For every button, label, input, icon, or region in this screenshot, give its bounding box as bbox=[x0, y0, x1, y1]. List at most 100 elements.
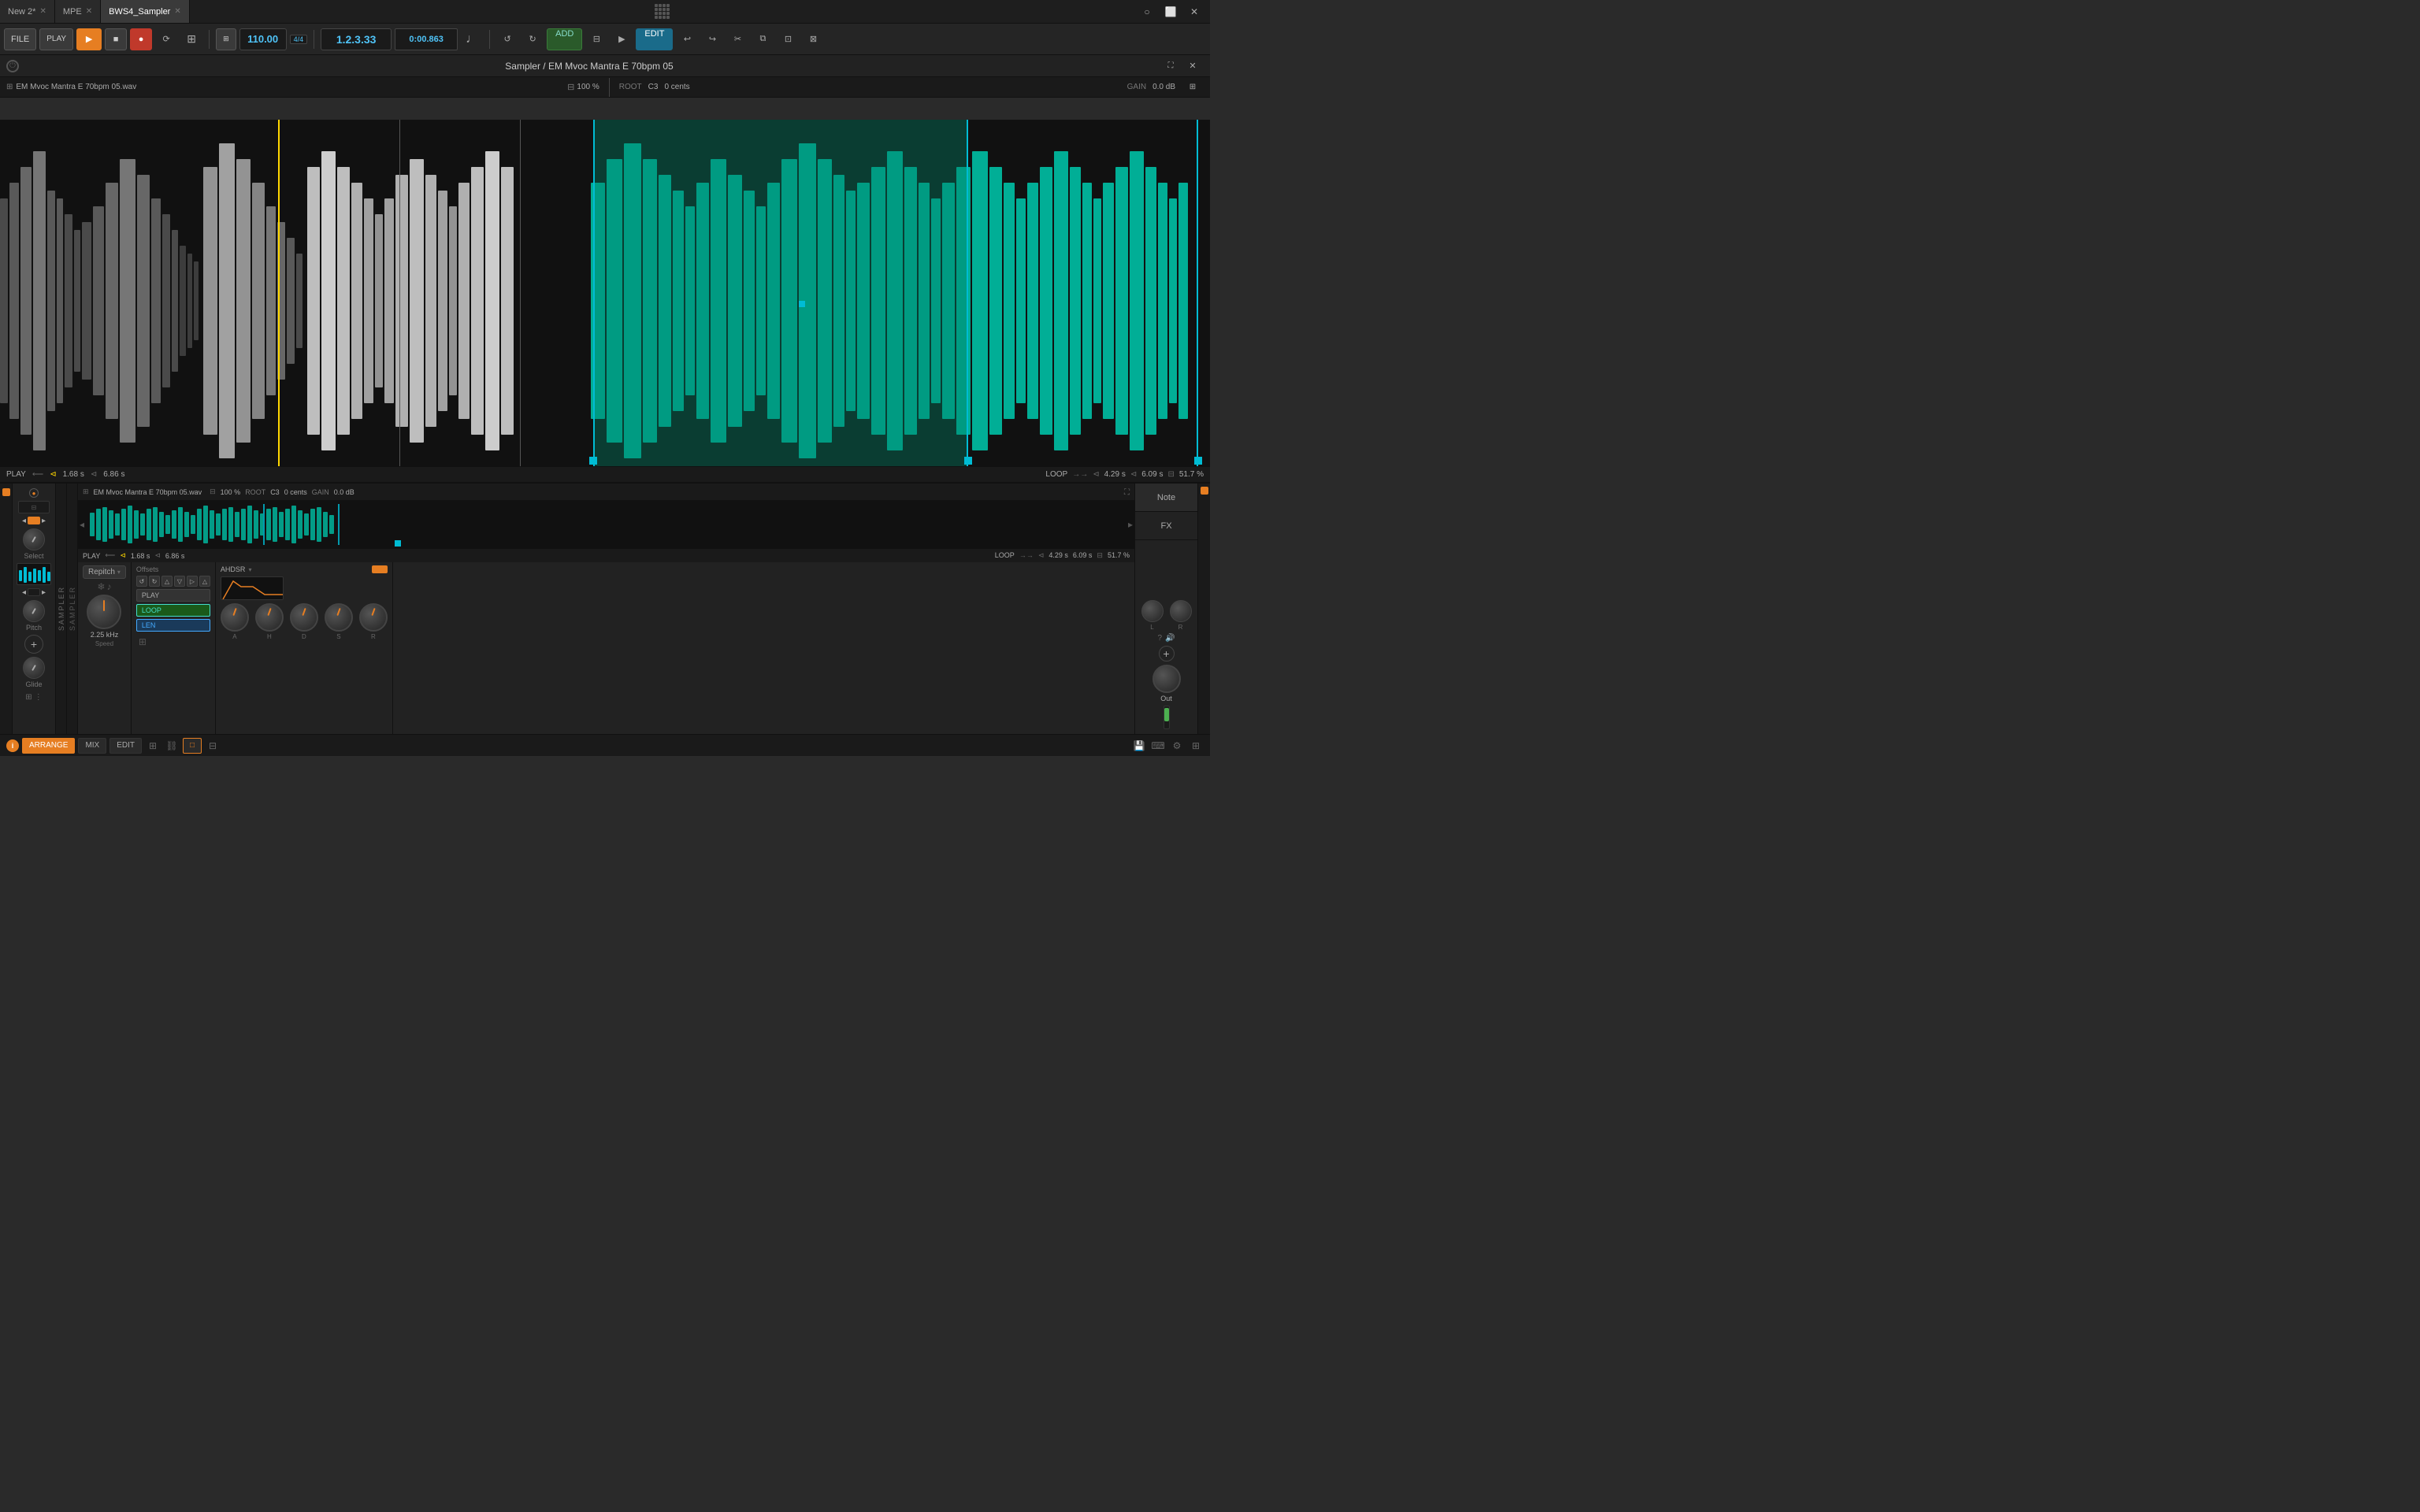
tab-new2-close[interactable]: ✕ bbox=[39, 7, 46, 16]
fwd-icon[interactable]: ↪ bbox=[701, 28, 723, 50]
minimize-button[interactable]: ○ bbox=[1135, 0, 1159, 24]
grid-icon[interactable]: ⊞ bbox=[136, 636, 149, 648]
play-indicator[interactable]: PLAY bbox=[6, 470, 26, 479]
paste2-icon[interactable]: ⊠ bbox=[802, 28, 824, 50]
off-arr-3[interactable]: △ bbox=[161, 576, 173, 587]
power-button[interactable]: ⏻ bbox=[6, 60, 19, 72]
r-knob[interactable] bbox=[1170, 600, 1192, 622]
scissors-icon[interactable]: ✂ bbox=[726, 28, 748, 50]
off-arr-5[interactable]: ▷ bbox=[187, 576, 198, 587]
loop-mode-btn[interactable]: LOOP bbox=[136, 604, 210, 617]
time-sig-display[interactable]: 4/4 bbox=[290, 35, 308, 44]
out-knob[interactable] bbox=[1152, 665, 1181, 693]
record-button[interactable]: ● bbox=[130, 28, 152, 50]
loop-button[interactable]: ⟳ bbox=[155, 28, 177, 50]
detail-expand[interactable]: ⛶ bbox=[1124, 487, 1130, 497]
pitch-knob[interactable] bbox=[23, 600, 45, 622]
mixer-icon[interactable]: ⊟ bbox=[585, 28, 607, 50]
detail-loop-handle[interactable] bbox=[395, 540, 401, 547]
arrange-button[interactable]: ARRANGE bbox=[22, 738, 75, 754]
back-icon[interactable]: ↩ bbox=[676, 28, 698, 50]
position-display[interactable]: 1.2.3.33 bbox=[321, 28, 392, 50]
off-arr-1[interactable]: ↺ bbox=[136, 576, 147, 587]
tune-value[interactable]: 0 cents bbox=[664, 83, 689, 91]
play-label-button[interactable]: PLAY bbox=[39, 28, 73, 50]
env-h-knob[interactable] bbox=[255, 603, 284, 632]
fx-button[interactable]: FX bbox=[1135, 512, 1197, 540]
repitch-dropdown[interactable]: Repitch ▾ bbox=[83, 565, 126, 579]
speed-knob[interactable] bbox=[87, 595, 121, 629]
undo-button[interactable]: ↺ bbox=[496, 28, 518, 50]
question-icon[interactable]: ? bbox=[1157, 634, 1162, 643]
arrow-right-2[interactable]: ▸ bbox=[42, 588, 46, 597]
play-mode-btn[interactable]: PLAY bbox=[136, 589, 210, 602]
tab-new2[interactable]: New 2* ✕ bbox=[0, 0, 55, 23]
stop-button[interactable]: ■ bbox=[105, 28, 127, 50]
edit-button[interactable]: EDIT bbox=[636, 28, 673, 50]
snowflake-icon[interactable]: ❄ bbox=[97, 581, 105, 592]
copy-icon[interactable]: ⧉ bbox=[752, 28, 774, 50]
save-icon[interactable]: 💾 bbox=[1131, 738, 1147, 754]
off-arr-6[interactable]: △ bbox=[199, 576, 210, 587]
tab-mpe[interactable]: MPE ✕ bbox=[55, 0, 101, 23]
right-handle[interactable] bbox=[1194, 457, 1202, 465]
expand-button[interactable]: ⛶ bbox=[1160, 55, 1182, 77]
loop-start-handle[interactable] bbox=[589, 457, 597, 465]
close-sampler-button[interactable]: ✕ bbox=[1182, 55, 1204, 77]
footer-edit-button[interactable]: EDIT bbox=[109, 738, 142, 754]
add-routing-button[interactable]: + bbox=[1159, 646, 1175, 662]
dots-icon[interactable]: ⋮ bbox=[35, 693, 43, 702]
loop-end-handle[interactable] bbox=[964, 457, 972, 465]
keyboard-icon[interactable]: ⌨ bbox=[1150, 738, 1166, 754]
note-button[interactable]: Note bbox=[1135, 484, 1197, 512]
add-inst-button[interactable]: + bbox=[24, 635, 43, 654]
off-arr-2[interactable]: ↻ bbox=[149, 576, 160, 587]
glide-knob[interactable] bbox=[23, 657, 45, 679]
waveform-left-arrow[interactable]: ◂ bbox=[80, 519, 84, 530]
nodes-icon[interactable]: ⊞ bbox=[145, 738, 161, 754]
maximize-button[interactable]: ⬜ bbox=[1159, 0, 1182, 24]
off-arr-4[interactable]: ▽ bbox=[174, 576, 185, 587]
midi-button[interactable]: ⊞ bbox=[180, 28, 202, 50]
time-display[interactable]: 0:00.863 bbox=[395, 28, 458, 50]
bpm-display[interactable]: 110.00 bbox=[239, 28, 287, 50]
bars-icon[interactable]: ⊟ bbox=[205, 738, 221, 754]
env-r-knob[interactable] bbox=[359, 603, 388, 632]
redo-button[interactable]: ↻ bbox=[521, 28, 544, 50]
l-knob[interactable] bbox=[1141, 600, 1164, 622]
arrow-right[interactable]: ▸ bbox=[42, 517, 46, 525]
settings-icon[interactable]: ⊞ bbox=[1182, 76, 1204, 98]
detail-play-btn[interactable]: PLAY bbox=[83, 552, 100, 560]
select-knob[interactable] bbox=[23, 528, 45, 550]
len-mode-btn[interactable]: LEN bbox=[136, 619, 210, 632]
tap-button[interactable]: ⊞ bbox=[216, 28, 236, 50]
grid-small-icon[interactable]: ⊞ bbox=[25, 693, 32, 702]
columns-icon[interactable]: ⊞ bbox=[1188, 738, 1204, 754]
settings-icon[interactable]: ⚙ bbox=[1169, 738, 1185, 754]
arrow-left[interactable]: ◂ bbox=[22, 517, 26, 525]
metronome-icon[interactable]: ♩ bbox=[461, 28, 483, 50]
env-a-knob[interactable] bbox=[221, 603, 249, 632]
file-button[interactable]: FILE bbox=[4, 28, 36, 50]
zoom-control[interactable]: ⊟ 100 % bbox=[567, 82, 599, 92]
tab-bws4-close[interactable]: ✕ bbox=[174, 7, 180, 16]
waveform-right-arrow[interactable]: ▸ bbox=[1128, 519, 1133, 530]
add-button[interactable]: ADD bbox=[547, 28, 582, 50]
mix-button[interactable]: MIX bbox=[78, 738, 106, 754]
arrow-left-2[interactable]: ◂ bbox=[22, 588, 26, 597]
music-icon[interactable]: ♪ bbox=[106, 581, 111, 592]
mid-handle[interactable] bbox=[799, 301, 805, 307]
env-s-knob[interactable] bbox=[325, 603, 353, 632]
close-button[interactable]: ✕ bbox=[1182, 0, 1206, 24]
play-button[interactable]: ▶ bbox=[76, 28, 102, 50]
draw-button[interactable]: □ bbox=[183, 738, 202, 754]
inst-power[interactable]: ● bbox=[29, 488, 39, 498]
tab-bws4[interactable]: BWS4_Sampler ✕ bbox=[101, 0, 190, 23]
gain-value[interactable]: 0.0 dB bbox=[1152, 83, 1175, 91]
speaker-icon[interactable]: 🔊 bbox=[1165, 634, 1175, 643]
root-value[interactable]: C3 bbox=[648, 83, 659, 91]
tab-mpe-close[interactable]: ✕ bbox=[86, 7, 92, 16]
play2-icon[interactable]: ▶ bbox=[611, 28, 633, 50]
env-d-knob[interactable] bbox=[290, 603, 318, 632]
paste-icon[interactable]: ⊡ bbox=[777, 28, 799, 50]
